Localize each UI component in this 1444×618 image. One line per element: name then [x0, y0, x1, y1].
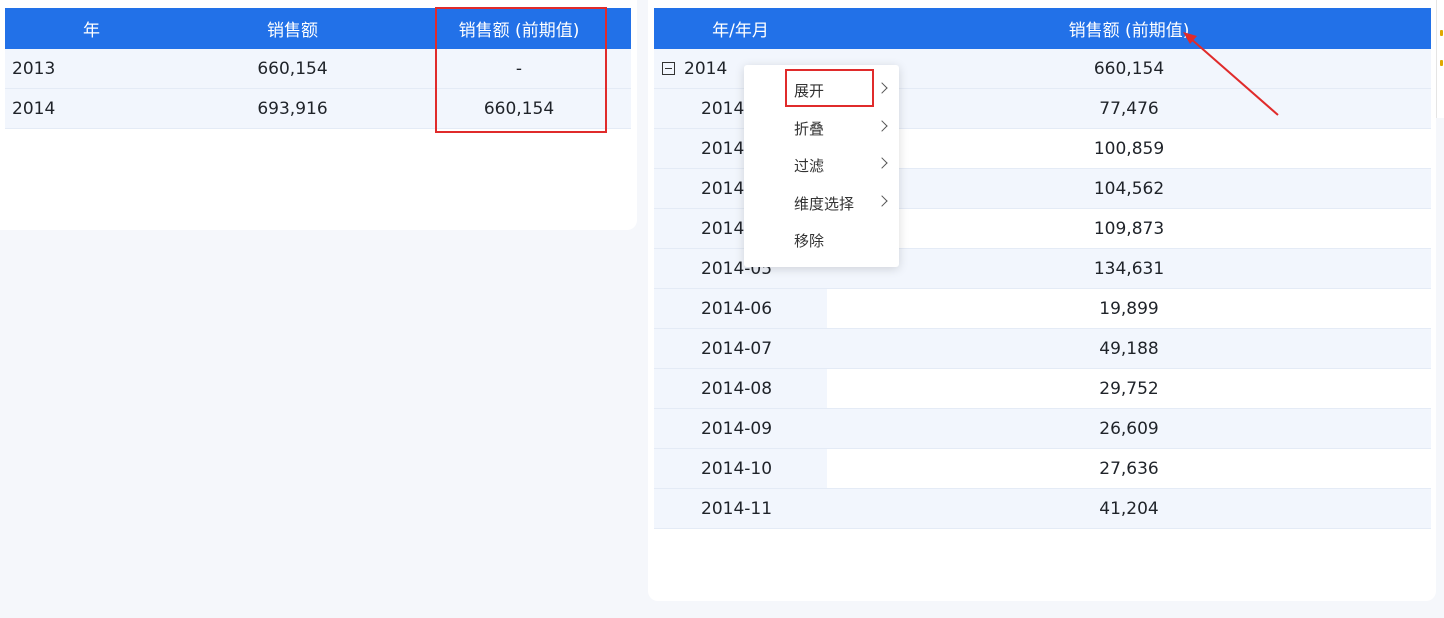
annotation-arrow [1183, 32, 1279, 116]
